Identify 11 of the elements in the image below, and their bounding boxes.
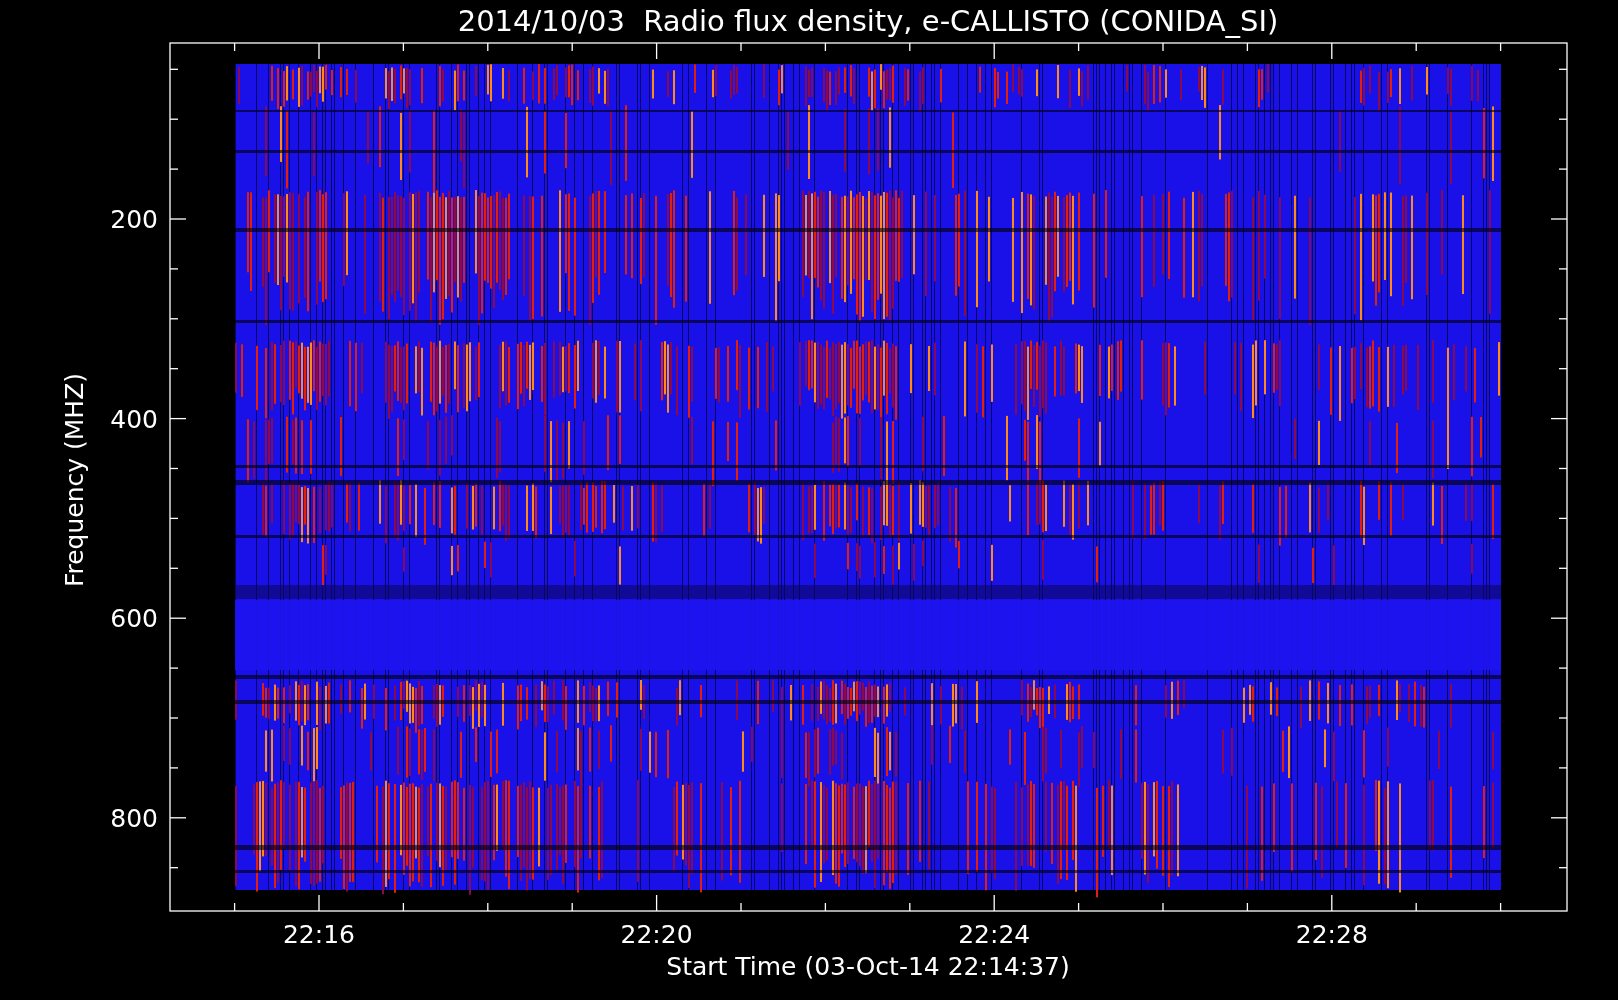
y-axis-label: Frequency (MHZ) xyxy=(60,372,89,588)
x-axis-label: Start Time (03-Oct-14 22:14:37) xyxy=(666,952,1070,981)
x-tick-label: 22:28 xyxy=(1295,920,1368,949)
x-tick-label: 22:16 xyxy=(283,920,355,949)
y-tick-label: 400 xyxy=(110,404,158,434)
y-tick-label: 200 xyxy=(110,205,158,234)
y-tick-label: 600 xyxy=(110,604,158,634)
y-tick-label: 800 xyxy=(110,803,158,833)
x-tick-label: 22:24 xyxy=(958,920,1031,949)
x-tick-label: 22:20 xyxy=(620,920,693,949)
chart-title: 2014/10/03 Radio flux density, e-CALLISTO (CONIDA_SI) xyxy=(457,4,1279,38)
